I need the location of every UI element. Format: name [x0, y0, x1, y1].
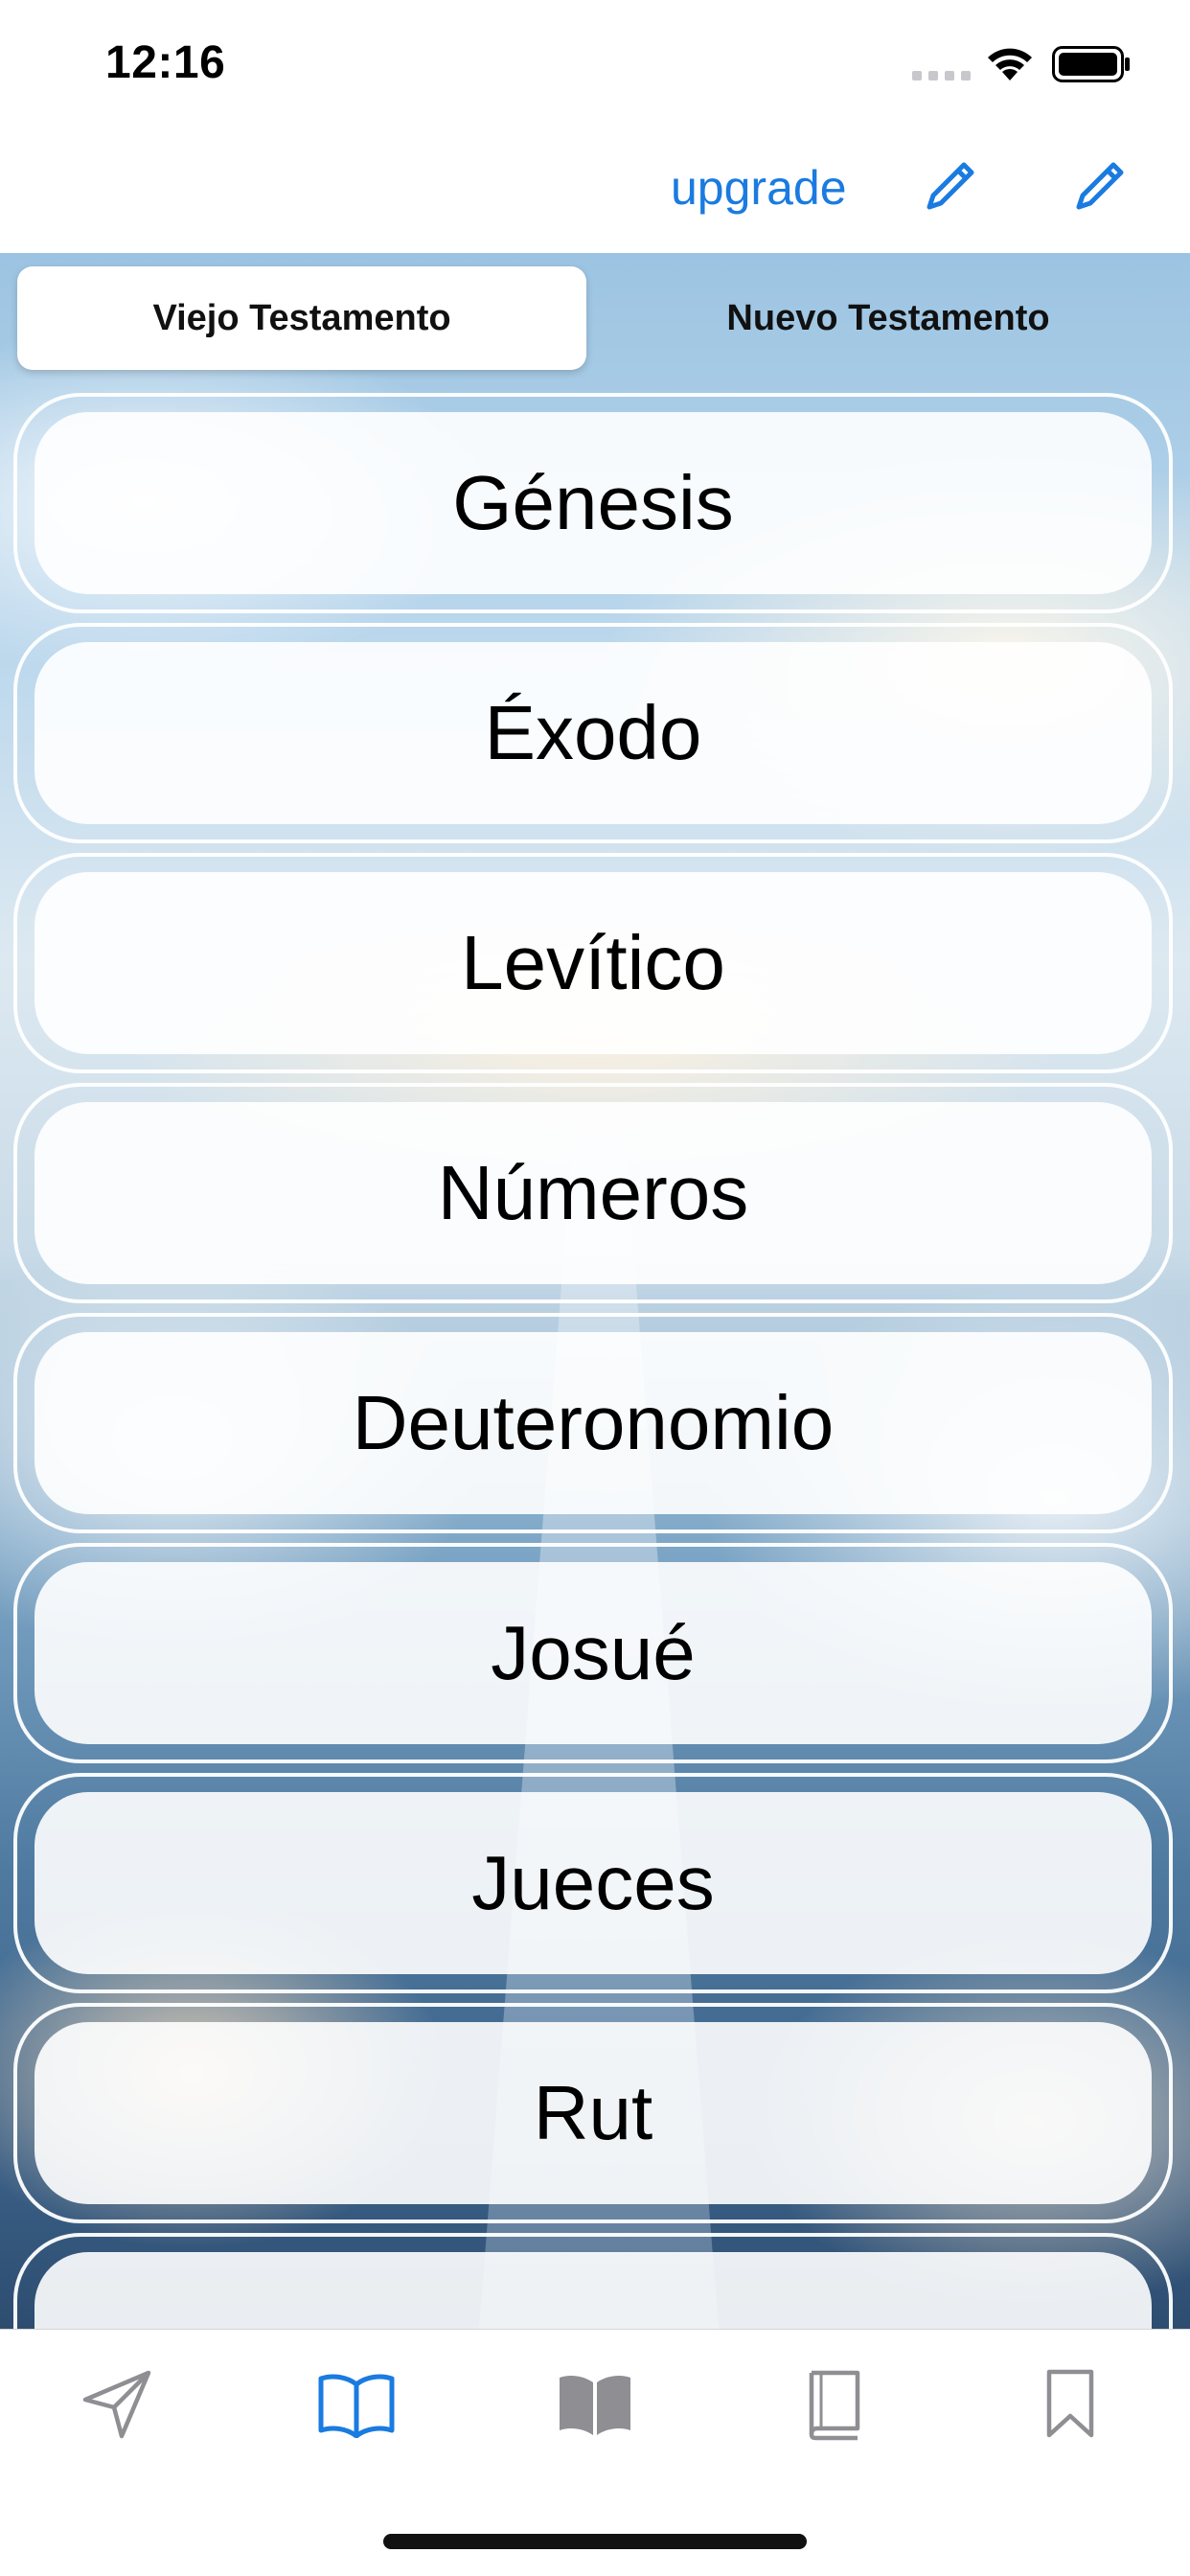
battery-icon [1052, 46, 1130, 82]
book-label [34, 2252, 1152, 2329]
book-item[interactable]: Deuteronomio [13, 1313, 1173, 1533]
book-label: Jueces [34, 1792, 1152, 1974]
book-label: Génesis [34, 412, 1152, 594]
send-icon [82, 2370, 151, 2439]
book-label: Josué [34, 1562, 1152, 1744]
book-label: Levítico [34, 872, 1152, 1054]
status-time: 12:16 [105, 37, 226, 88]
book-item[interactable]: Números [13, 1083, 1173, 1303]
bookmark-icon [1046, 2369, 1094, 2438]
tab-bookmarks[interactable] [1022, 2357, 1118, 2452]
nav-bar: upgrade [0, 126, 1190, 253]
book-item[interactable]: Rut [13, 2003, 1173, 2223]
book-item[interactable]: Levítico [13, 853, 1173, 1073]
screen: 12:16 upgrade Viejo Testamento Nuevo Tes… [0, 0, 1190, 2576]
pencil-icon[interactable] [922, 157, 979, 215]
tab-notes[interactable] [786, 2357, 881, 2452]
home-indicator [383, 2534, 807, 2549]
tab-send[interactable] [69, 2357, 165, 2452]
book-item[interactable]: Génesis [13, 393, 1173, 613]
book-label: Rut [34, 2022, 1152, 2204]
closed-book-icon [809, 2370, 860, 2441]
book-item[interactable]: Josué [13, 1543, 1173, 1763]
book-label: Éxodo [34, 642, 1152, 824]
pencil-icon[interactable] [1071, 157, 1129, 215]
open-book-icon [318, 2374, 395, 2438]
segment-old-testament[interactable]: Viejo Testamento [17, 266, 586, 370]
book-item[interactable]: Jueces [13, 1773, 1173, 1993]
status-bar: 12:16 [0, 0, 1190, 126]
tab-reading[interactable] [309, 2357, 404, 2452]
book-label: Números [34, 1102, 1152, 1284]
upgrade-button[interactable]: upgrade [671, 160, 847, 216]
signal-icon [912, 71, 971, 80]
wifi-icon [988, 48, 1032, 80]
filled-book-icon [560, 2375, 630, 2435]
book-label: Deuteronomio [34, 1332, 1152, 1514]
book-item[interactable] [13, 2233, 1173, 2329]
segment-new-testament[interactable]: Nuevo Testamento [604, 266, 1173, 370]
tab-library[interactable] [547, 2357, 643, 2452]
book-item[interactable]: Éxodo [13, 623, 1173, 843]
testament-segmented-control: Viejo Testamento Nuevo Testamento [13, 266, 1177, 374]
book-list-view: Viejo Testamento Nuevo Testamento Génesi… [0, 253, 1190, 2329]
